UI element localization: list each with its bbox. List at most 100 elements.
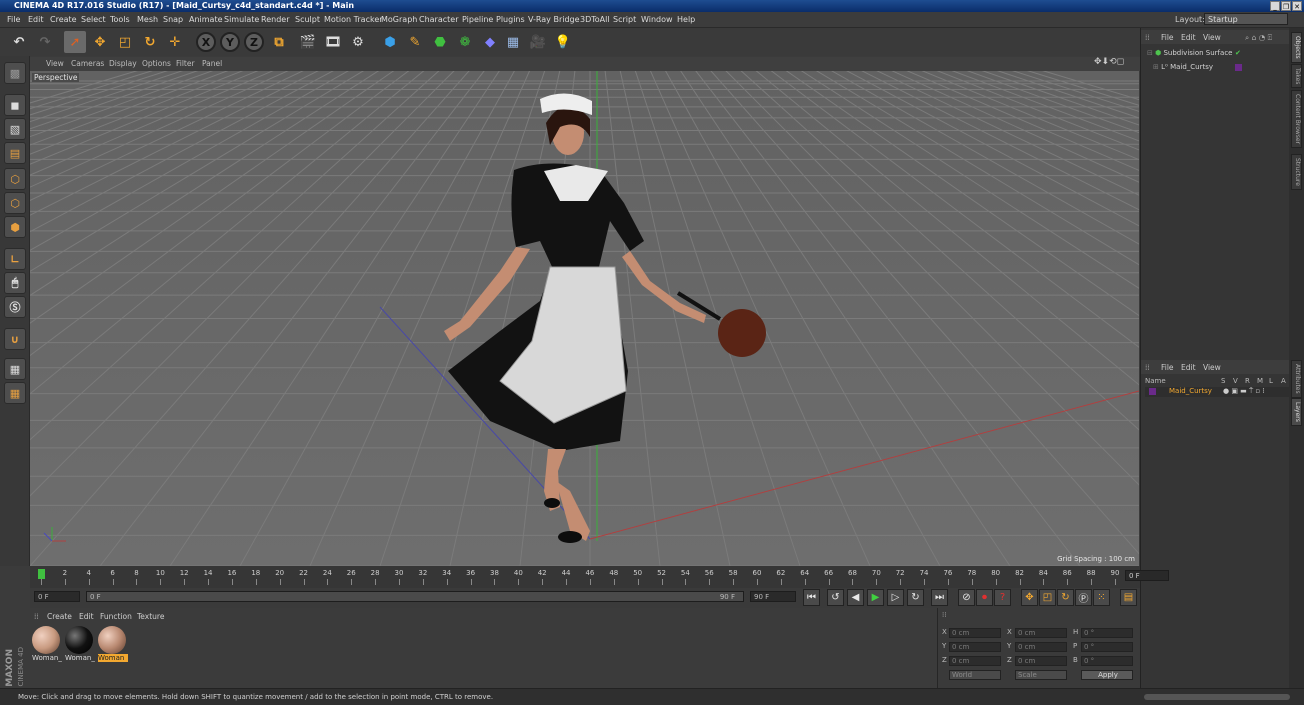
viewport-menu-view[interactable]: View [46, 59, 64, 68]
viewport-menu-panel[interactable]: Panel [202, 59, 222, 68]
start-frame-field[interactable]: 0 F [34, 591, 80, 602]
material-menu-function[interactable]: Function [100, 612, 132, 621]
floor-environment-icon[interactable]: ▦ [502, 31, 524, 53]
size-x-field[interactable]: 0 cm [1015, 628, 1067, 638]
play-icon[interactable]: ▶ [867, 589, 884, 606]
menu-3dtoall[interactable]: 3DToAll [580, 15, 610, 24]
subdivision-generator-icon[interactable]: ⬣ [429, 31, 451, 53]
rotation-b-field[interactable]: 0 ° [1081, 656, 1133, 666]
viewport-menu-cameras[interactable]: Cameras [71, 59, 104, 68]
menu-pipeline[interactable]: Pipeline [462, 15, 493, 24]
scale-icon[interactable]: ◰ [114, 31, 136, 53]
edges-mode-icon[interactable]: ⬡ [4, 192, 26, 214]
layers-menu-edit[interactable]: Edit [1181, 363, 1196, 372]
go-to-end-icon[interactable]: ⏭ [931, 589, 948, 606]
key-rotation-icon[interactable]: ↻ [1057, 589, 1074, 606]
model-mode-icon[interactable]: ◼ [4, 94, 26, 116]
workplane-lock-icon[interactable]: ▦ [4, 382, 26, 404]
timeline-ruler[interactable]: 0246810121416182022242628303234363840424… [30, 566, 1169, 588]
tree-collapse-icon[interactable]: ⊟ [1147, 49, 1153, 57]
menu-mograph[interactable]: MoGraph [381, 15, 417, 24]
undo-icon[interactable]: ↶ [8, 31, 30, 53]
recent-tool-icon[interactable]: ✛ [164, 31, 186, 53]
viewport-menu-options[interactable]: Options [142, 59, 171, 68]
tab-structure[interactable]: Structure [1291, 154, 1302, 190]
menu-simulate[interactable]: Simulate [224, 15, 259, 24]
key-position-icon[interactable]: ✥ [1021, 589, 1038, 606]
menu-motion-tracker[interactable]: Motion Tracker [324, 15, 383, 24]
grid-lock-icon[interactable]: ▦ [4, 358, 26, 380]
menu-edit[interactable]: Edit [28, 15, 44, 24]
next-frame-icon[interactable]: ▷ [887, 589, 904, 606]
material-swatch-selected[interactable]: Woman [98, 626, 128, 664]
menu-mesh[interactable]: Mesh [137, 15, 158, 24]
menu-window[interactable]: Window [641, 15, 673, 24]
material-menu-create[interactable]: Create [47, 612, 72, 621]
apply-button[interactable]: Apply [1081, 670, 1133, 680]
menu-snap[interactable]: Snap [163, 15, 183, 24]
autokey-icon[interactable]: ? [994, 589, 1011, 606]
menu-create[interactable]: Create [50, 15, 77, 24]
size-z-field[interactable]: 0 cm [1015, 656, 1067, 666]
texture-mode-icon[interactable]: ▧ [4, 118, 26, 140]
z-axis-lock-icon[interactable]: Z [244, 32, 264, 52]
position-y-field[interactable]: 0 cm [949, 642, 1001, 652]
key-pla-icon[interactable]: ⁙ [1093, 589, 1110, 606]
tab-objects[interactable]: Objects [1291, 32, 1302, 63]
key-scale-icon[interactable]: ◰ [1039, 589, 1056, 606]
array-cloner-icon[interactable]: ❁ [454, 31, 476, 53]
playhead-marker[interactable] [38, 569, 45, 579]
polygons-mode-icon[interactable]: ⬢ [4, 216, 26, 238]
objects-toolbar-icons[interactable]: ⌕ ⌂ ◔ ⍐ [1245, 33, 1272, 43]
record-disabled-icon[interactable]: ⊘ [958, 589, 975, 606]
material-swatch[interactable]: Woman_ [65, 626, 95, 664]
material-menu-texture[interactable]: Texture [137, 612, 164, 621]
x-axis-lock-icon[interactable]: X [196, 32, 216, 52]
tree-expand-icon[interactable]: ⊞ [1153, 63, 1159, 71]
previous-key-icon[interactable]: ↺ [827, 589, 844, 606]
layers-menu-file[interactable]: File [1161, 363, 1174, 372]
objects-menu-edit[interactable]: Edit [1181, 33, 1196, 42]
rotation-h-field[interactable]: 0 ° [1081, 628, 1133, 638]
menu-script[interactable]: Script [613, 15, 636, 24]
menu-sculpt[interactable]: Sculpt [295, 15, 320, 24]
record-active-icon[interactable]: ⏺ [976, 589, 993, 606]
snap-magnet-icon[interactable]: ∪ [4, 328, 26, 350]
menu-render[interactable]: Render [261, 15, 289, 24]
layers-menu-view[interactable]: View [1203, 363, 1221, 372]
menu-plugins[interactable]: Plugins [496, 15, 525, 24]
horizontal-scrollbar[interactable] [1144, 694, 1290, 700]
viewport-menu-filter[interactable]: Filter [176, 59, 195, 68]
current-frame-field[interactable]: 0 F [1125, 570, 1169, 581]
object-enabled-check-icon[interactable]: ✔ [1235, 49, 1241, 57]
layer-toggle-icons[interactable]: ● ▣ ▬ ⍑ ▫ ⁞ [1223, 387, 1265, 396]
redo-icon[interactable]: ↷ [34, 31, 56, 53]
go-to-start-icon[interactable]: ⏮ [803, 589, 820, 606]
cube-primitive-icon[interactable]: ⬢ [379, 31, 401, 53]
rotate-icon[interactable]: ↻ [139, 31, 161, 53]
material-swatch[interactable]: Woman_ [32, 626, 62, 664]
make-editable-icon[interactable]: ▩ [4, 62, 26, 84]
menu-file[interactable]: File [7, 15, 20, 24]
axis-mode-icon[interactable]: ∟ [4, 248, 26, 270]
layout-dropdown[interactable]: Startup [1204, 13, 1288, 25]
menu-tools[interactable]: Tools [110, 15, 130, 24]
layer-row-maid-curtsy[interactable]: Maid_Curtsy ● ▣ ▬ ⍑ ▫ ⁞ [1145, 387, 1289, 397]
previous-frame-icon[interactable]: ◀ [847, 589, 864, 606]
spline-pen-icon[interactable]: ✎ [404, 31, 426, 53]
key-parameter-icon[interactable]: Ⓟ [1075, 589, 1092, 606]
tab-attributes[interactable]: Attributes [1291, 360, 1302, 398]
objects-menu-view[interactable]: View [1203, 33, 1221, 42]
menu-help[interactable]: Help [677, 15, 695, 24]
render-picture-viewer-icon[interactable]: 🎞 [322, 31, 344, 53]
position-z-field[interactable]: 0 cm [949, 656, 1001, 666]
viewport-menu-display[interactable]: Display [109, 59, 137, 68]
menu-v-ray-bridge[interactable]: V-Ray Bridge [528, 15, 580, 24]
deformer-icon[interactable]: ◆ [479, 31, 501, 53]
next-key-icon[interactable]: ↻ [907, 589, 924, 606]
tab-layers[interactable]: Layers [1291, 398, 1302, 426]
end-frame-field[interactable]: 90 F [750, 591, 796, 602]
menu-select[interactable]: Select [81, 15, 106, 24]
menu-character[interactable]: Character [419, 15, 459, 24]
select-arrow-icon[interactable]: ➚ [64, 31, 86, 53]
